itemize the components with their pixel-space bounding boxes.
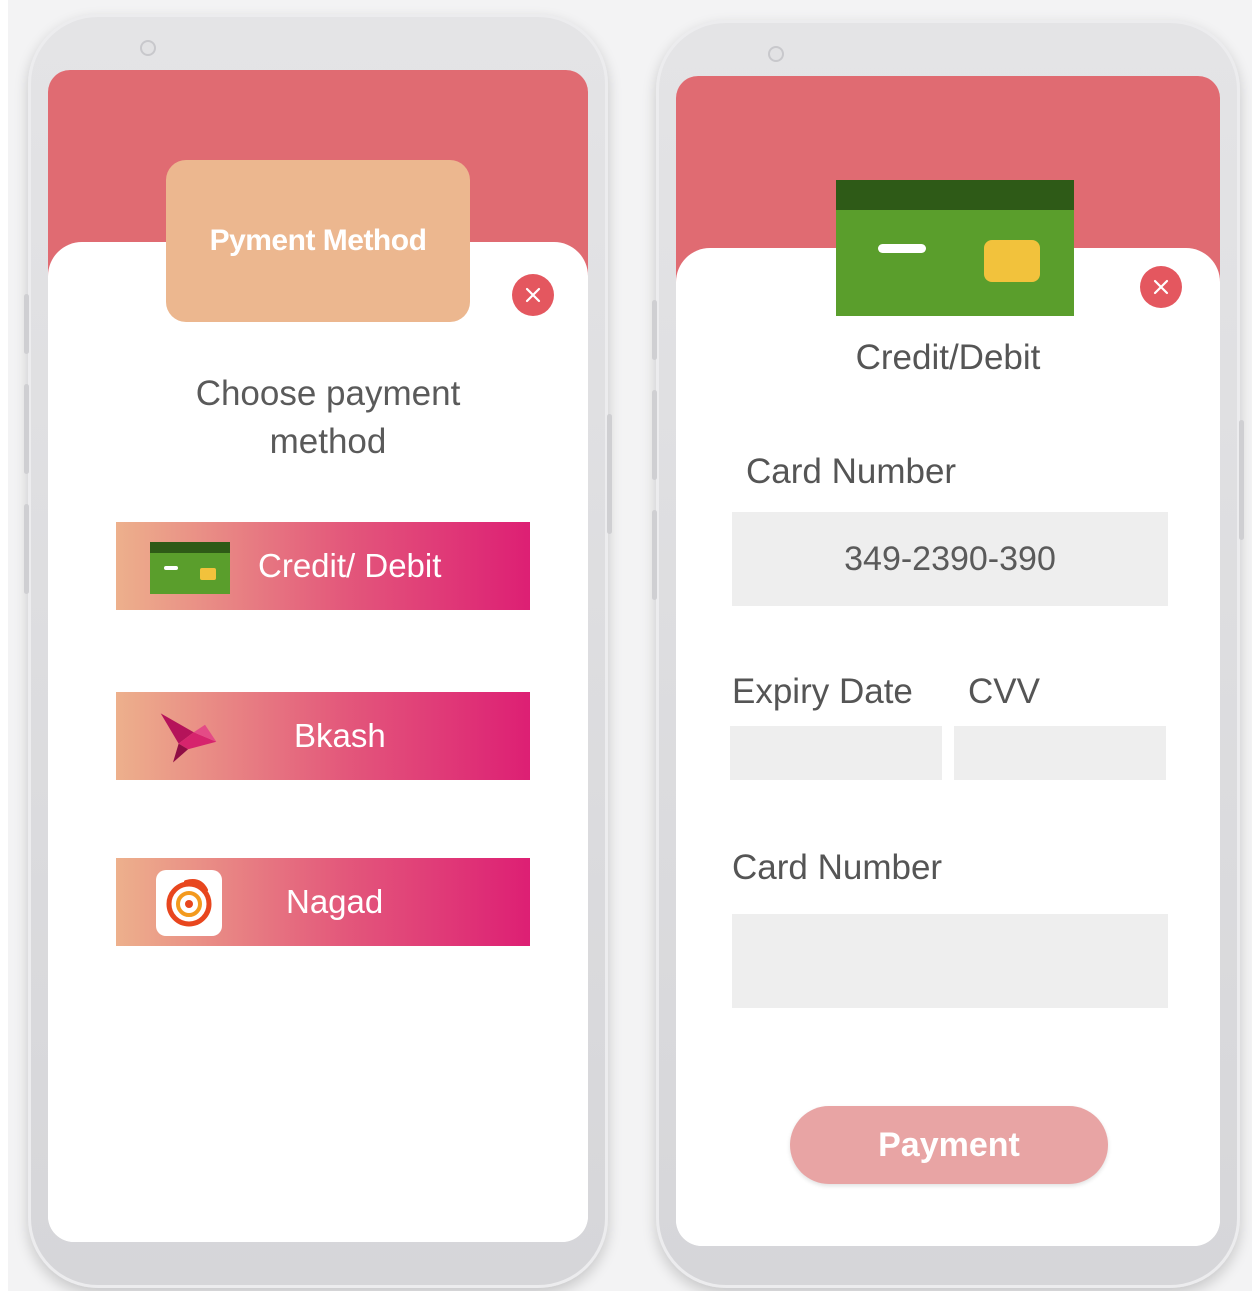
close-icon (1153, 279, 1169, 295)
card-number-label: Card Number (746, 452, 957, 491)
camera-icon (140, 40, 156, 56)
option-label-credit-debit: Credit/ Debit (258, 547, 442, 584)
right-phone-frame: Credit/Debit Card Number Expiry Date CVV… (652, 20, 1244, 1288)
camera-icon (768, 46, 784, 62)
second-card-number-input[interactable] (732, 914, 1168, 1008)
expiry-date-input[interactable] (730, 726, 942, 780)
second-card-number-label: Card Number (732, 848, 943, 887)
side-button (652, 300, 657, 360)
close-icon (525, 287, 541, 303)
credit-card-icon (150, 542, 230, 594)
cvv-label: CVV (968, 672, 1040, 711)
side-button (1239, 420, 1244, 540)
expiry-date-label: Expiry Date (732, 672, 913, 711)
cvv-input[interactable] (954, 726, 1166, 780)
option-label-nagad: Nagad (286, 883, 384, 920)
nagad-option[interactable]: Nagad (116, 858, 530, 946)
badge-title: Pyment Method (209, 224, 427, 257)
bkash-option[interactable]: Bkash (116, 692, 530, 780)
card-number-input[interactable] (732, 512, 1168, 606)
close-button[interactable] (1140, 266, 1182, 308)
payment-method-badge: Pyment Method (166, 160, 470, 322)
form-title: Credit/Debit (855, 338, 1041, 377)
right-phone-screen: Credit/Debit Card Number Expiry Date CVV… (676, 76, 1220, 1246)
bkash-bird-icon (160, 713, 217, 763)
choose-payment-prompt: Choose payment method (195, 374, 461, 461)
side-button (607, 414, 612, 534)
side-button (24, 294, 29, 354)
close-button[interactable] (512, 274, 554, 316)
side-button (652, 510, 657, 600)
side-button (24, 384, 29, 474)
left-phone-frame: Pyment Method Choose payment method Cred… (24, 14, 612, 1288)
nagad-logo-icon (156, 870, 222, 936)
left-phone-screen: Pyment Method Choose payment method Cred… (48, 70, 588, 1242)
side-button (652, 390, 657, 480)
credit-card-icon (836, 180, 1074, 316)
payment-button[interactable]: Payment (790, 1106, 1108, 1184)
credit-debit-option[interactable]: Credit/ Debit (116, 522, 530, 610)
option-label-bkash: Bkash (294, 717, 386, 754)
side-button (24, 504, 29, 594)
